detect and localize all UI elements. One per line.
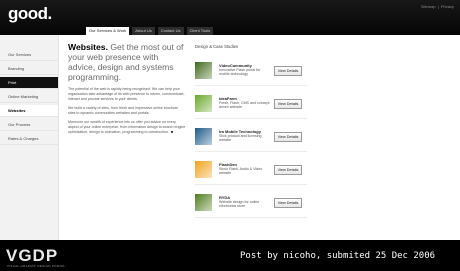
- sidebar-item-branding[interactable]: Branding: [0, 63, 58, 75]
- case-thumbnail[interactable]: [195, 194, 212, 211]
- page: good. Sitemap | Privacy Our Services & W…: [0, 0, 460, 271]
- case-study-item: Ira Mobile Technology Slick product and …: [195, 126, 307, 152]
- header: good. Sitemap | Privacy Our Services & W…: [0, 0, 460, 35]
- sidebar: Our Services Branding Print Online Marke…: [0, 35, 59, 240]
- site-logo[interactable]: good.: [8, 4, 52, 24]
- sidebar-item-online-marketing[interactable]: Online Marketing: [0, 91, 58, 103]
- case-study-item: RYDA Website design for online electroni…: [195, 192, 307, 218]
- case-description: Innovative Flash portal for mobile techn…: [219, 68, 261, 77]
- view-details-button[interactable]: View Details: [274, 66, 302, 76]
- case-thumbnail[interactable]: [195, 161, 212, 178]
- case-study-item: FlashDen Stock Flash, Audio & Video webs…: [195, 159, 307, 185]
- view-details-button[interactable]: View Details: [274, 132, 302, 142]
- main-content: Websites. Get the most out of your web p…: [68, 42, 186, 139]
- case-study-item: VideoCommunity Innovative Flash portal f…: [195, 60, 307, 86]
- paragraph-experience-text: Moreover our wealth of experience lets u…: [68, 120, 186, 134]
- case-studies-title: Design & Case Studies: [195, 44, 239, 49]
- body-text: The potential of the web is rapidly bein…: [68, 87, 186, 135]
- view-details-button[interactable]: View Details: [274, 198, 302, 208]
- privacy-link[interactable]: Privacy: [441, 4, 454, 9]
- sidebar-item-our-process[interactable]: Our Process: [0, 119, 58, 131]
- view-details-button[interactable]: View Details: [274, 99, 302, 109]
- case-studies-list: VideoCommunity Innovative Flash portal f…: [195, 60, 307, 225]
- case-description: Stock Flash, Audio & Video website: [219, 167, 263, 176]
- post-credit: Post by nicoho, submited 25 Dec 2006: [240, 251, 436, 261]
- heading-strong: Websites.: [68, 42, 108, 52]
- top-links-divider: |: [437, 4, 439, 9]
- top-links: Sitemap | Privacy: [420, 4, 454, 9]
- nav-tab-about-us[interactable]: About Us: [132, 27, 155, 35]
- paragraph-sites: We build a variety of sites, from fresh …: [68, 106, 178, 115]
- case-thumbnail[interactable]: [195, 128, 212, 145]
- case-description: Slick product and licensing website: [219, 134, 262, 143]
- page-heading: Websites. Get the most out of your web p…: [68, 42, 186, 82]
- footer-banner: VGDP VISUAL GRAPHIC DESIGN PORTAL Post b…: [0, 240, 460, 271]
- sidebar-item-websites[interactable]: Websites: [0, 105, 58, 117]
- sidebar-item-print[interactable]: Print: [0, 77, 58, 89]
- nav-tab-contact-us[interactable]: Contact Us: [157, 27, 184, 35]
- case-study-item: IdeaFarm Fresh, Flash, CMS and concept d…: [195, 93, 307, 119]
- view-details-button[interactable]: View Details: [274, 165, 302, 175]
- main-nav: Our Services & Work About Us Contact Us …: [86, 27, 216, 35]
- nav-tab-client-tools[interactable]: Client Tools: [186, 27, 214, 35]
- sidebar-item-rates-charges[interactable]: Rates & Charges: [0, 133, 58, 145]
- case-thumbnail[interactable]: [195, 95, 212, 112]
- footer-logo: VGDP: [6, 246, 59, 265]
- paragraph-experience: Moreover our wealth of experience lets u…: [68, 120, 186, 135]
- end-mark-icon: ■: [170, 130, 174, 134]
- nav-tab-services-work[interactable]: Our Services & Work: [86, 27, 130, 35]
- case-description: Fresh, Flash, CMS and concept driven web…: [219, 101, 270, 110]
- sidebar-menu: Our Services Branding Print Online Marke…: [0, 49, 58, 147]
- case-thumbnail[interactable]: [195, 62, 212, 79]
- sidebar-item-our-services[interactable]: Our Services: [0, 49, 58, 61]
- footer-tagline: VISUAL GRAPHIC DESIGN PORTAL: [7, 264, 66, 268]
- case-description: Website design for online electronics st…: [219, 200, 260, 209]
- sitemap-link[interactable]: Sitemap: [421, 4, 436, 9]
- paragraph-intro: The potential of the web is rapidly bein…: [68, 87, 185, 101]
